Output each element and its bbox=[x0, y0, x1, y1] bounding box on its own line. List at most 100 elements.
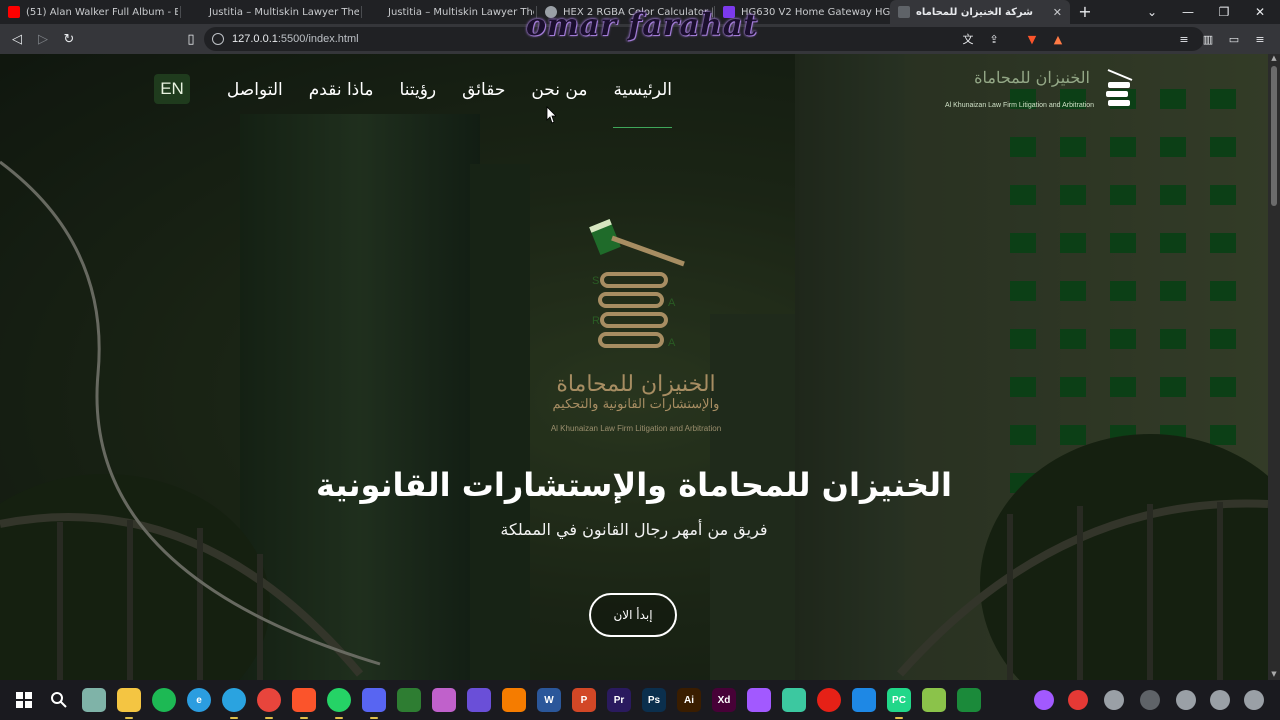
figma-tray-icon[interactable] bbox=[1034, 690, 1054, 710]
record-tray-icon[interactable] bbox=[1068, 690, 1088, 710]
hero-subtitle: فريق من أمهر رجال القانون في المملكة bbox=[500, 520, 768, 539]
logo-letter: R bbox=[592, 315, 600, 327]
edge-icon[interactable]: e bbox=[187, 688, 211, 712]
browser-tab-active[interactable]: شركة الخنيزان للمحاماه ✕ bbox=[890, 0, 1070, 24]
nav-item-services[interactable]: ماذا نقدم bbox=[309, 80, 374, 100]
running-indicator bbox=[230, 717, 238, 719]
volume-tray-icon[interactable] bbox=[1244, 690, 1264, 710]
pycharm-icon[interactable]: PC bbox=[887, 688, 911, 712]
display-tray-icon[interactable] bbox=[1176, 690, 1196, 710]
new-tab-button[interactable]: + bbox=[1076, 2, 1094, 22]
search-icon[interactable] bbox=[47, 688, 71, 712]
vscode-icon[interactable] bbox=[852, 688, 876, 712]
music-icon[interactable] bbox=[432, 688, 456, 712]
brave-rewards-icon[interactable]: ▲ bbox=[1050, 31, 1066, 47]
brave-icon[interactable] bbox=[292, 688, 316, 712]
watermark-text: omar farahat bbox=[526, 8, 759, 43]
forward-icon[interactable]: ▷ bbox=[34, 30, 52, 48]
menu-icon[interactable]: ≡ bbox=[1252, 31, 1268, 47]
center-logo-arabic: الخنيزان للمحاماة والإستشارات القانونية … bbox=[520, 372, 752, 412]
share-icon[interactable]: ⇪ bbox=[986, 31, 1002, 47]
tab-divider bbox=[180, 6, 181, 18]
maximize-icon[interactable]: ❐ bbox=[1206, 0, 1242, 24]
site-info-icon[interactable] bbox=[212, 33, 224, 45]
running-indicator bbox=[125, 717, 133, 719]
vpn-icon[interactable] bbox=[782, 688, 806, 712]
chart-app-icon[interactable] bbox=[397, 688, 421, 712]
get-started-button[interactable]: إبدأ الان bbox=[589, 593, 677, 637]
discord-icon[interactable] bbox=[362, 688, 386, 712]
word-icon[interactable]: W bbox=[537, 688, 561, 712]
running-indicator bbox=[895, 717, 903, 719]
running-indicator bbox=[335, 717, 343, 719]
running-indicator bbox=[265, 717, 273, 719]
nav-item-vision[interactable]: رؤيتنا bbox=[400, 80, 437, 100]
nav-item-home[interactable]: الرئيسية bbox=[613, 80, 672, 128]
site-favicon-icon bbox=[370, 6, 382, 18]
youtube-icon[interactable] bbox=[817, 688, 841, 712]
running-indicator bbox=[300, 717, 308, 719]
browser-tab[interactable]: Justitia – Multiskin Lawyer Theme bbox=[362, 0, 534, 24]
fruit-app-icon[interactable] bbox=[502, 688, 526, 712]
nav-item-about[interactable]: من نحن bbox=[531, 80, 587, 100]
tab-title: HG630 V2 Home Gateway HG630 bbox=[741, 6, 891, 18]
windows-start-icon[interactable] bbox=[12, 688, 36, 712]
green-app-icon[interactable] bbox=[957, 688, 981, 712]
wifi-tray-icon[interactable] bbox=[1210, 690, 1230, 710]
url-text: 127.0.0.1:5500/index.html bbox=[232, 33, 359, 45]
wallet-icon[interactable]: ▭ bbox=[1226, 31, 1242, 47]
hero-title: الخنيزان للمحاماة والإستشارات القانونية bbox=[315, 466, 953, 504]
scrollbar-thumb[interactable] bbox=[1271, 66, 1277, 206]
chrome-icon[interactable] bbox=[257, 688, 281, 712]
site-favicon-icon bbox=[191, 6, 203, 18]
scroll-down-icon[interactable]: ▼ bbox=[1268, 670, 1280, 680]
powerpoint-icon[interactable]: P bbox=[572, 688, 596, 712]
reading-list-icon[interactable]: ≡ bbox=[1176, 31, 1192, 47]
youtube-favicon-icon bbox=[8, 6, 20, 18]
tab-search-icon[interactable]: ⌄ bbox=[1134, 0, 1170, 24]
page-viewport: الرئيسية من نحن حقائق رؤيتنا ماذا نقدم ا… bbox=[0, 54, 1268, 680]
close-tab-icon[interactable]: ✕ bbox=[1053, 6, 1062, 19]
nav-item-facts[interactable]: حقائق bbox=[462, 80, 505, 100]
logo-arabic-line2: والإستشارات القانونية والتحكيم bbox=[552, 397, 720, 412]
corner-logo-arabic: الخنيزان للمحاماة bbox=[974, 68, 1090, 87]
media-app-icon[interactable] bbox=[467, 688, 491, 712]
scroll-up-icon[interactable]: ▲ bbox=[1268, 54, 1280, 64]
books-gavel-logo-icon bbox=[1106, 69, 1133, 106]
translate-icon[interactable]: 文 bbox=[960, 31, 976, 47]
main-nav: الرئيسية من نحن حقائق رؤيتنا ماذا نقدم ا… bbox=[227, 80, 672, 128]
whatsapp-icon[interactable] bbox=[327, 688, 351, 712]
back-icon[interactable]: ◁ bbox=[8, 30, 26, 48]
illustrator-icon[interactable]: Ai bbox=[677, 688, 701, 712]
language-toggle-button[interactable]: EN bbox=[154, 74, 190, 104]
spotify-icon[interactable] bbox=[152, 688, 176, 712]
file-explorer-icon[interactable] bbox=[117, 688, 141, 712]
brave-shield-icon[interactable]: ▼ bbox=[1024, 31, 1040, 47]
page-scrollbar[interactable]: ▲ ▼ bbox=[1268, 54, 1280, 680]
premiere-icon[interactable]: Pr bbox=[607, 688, 631, 712]
sidebar-icon[interactable]: ▥ bbox=[1200, 31, 1216, 47]
minimize-icon[interactable]: — bbox=[1170, 0, 1206, 24]
browser-tab[interactable]: (51) Alan Walker Full Album - B bbox=[0, 0, 178, 24]
url-path: :5500/index.html bbox=[277, 33, 359, 45]
corner-logo[interactable]: الخنيزان للمحاماة Al Khunaizan Law Firm … bbox=[945, 64, 1140, 120]
network-tray-icon[interactable] bbox=[1104, 690, 1124, 710]
running-indicator bbox=[370, 717, 378, 719]
photoshop-icon[interactable]: Ps bbox=[642, 688, 666, 712]
browser-tab[interactable]: Justitia – Multiskin Lawyer Theme bbox=[183, 0, 359, 24]
bookmark-icon[interactable]: ▯ bbox=[182, 30, 200, 48]
telegram-icon[interactable] bbox=[222, 688, 246, 712]
blocks-app-icon[interactable] bbox=[922, 688, 946, 712]
xd-icon[interactable]: Xd bbox=[712, 688, 736, 712]
reload-icon[interactable]: ↻ bbox=[60, 30, 78, 48]
close-window-icon[interactable]: ✕ bbox=[1242, 0, 1278, 24]
monitor-app-icon[interactable] bbox=[82, 688, 106, 712]
nav-item-contact[interactable]: التواصل bbox=[227, 80, 283, 100]
figma-icon[interactable] bbox=[747, 688, 771, 712]
corner-logo-english: Al Khunaizan Law Firm Litigation and Arb… bbox=[944, 102, 1094, 109]
tab-title: شركة الخنيزان للمحاماه bbox=[916, 6, 1033, 18]
center-logo-english: Al Khunaizan Law Firm Litigation and Arb… bbox=[550, 424, 722, 433]
steam-tray-icon[interactable] bbox=[1140, 690, 1160, 710]
gavel-books-logo-icon: S A R A bbox=[589, 218, 685, 349]
tab-title: Justitia – Multiskin Lawyer Theme bbox=[209, 6, 359, 18]
